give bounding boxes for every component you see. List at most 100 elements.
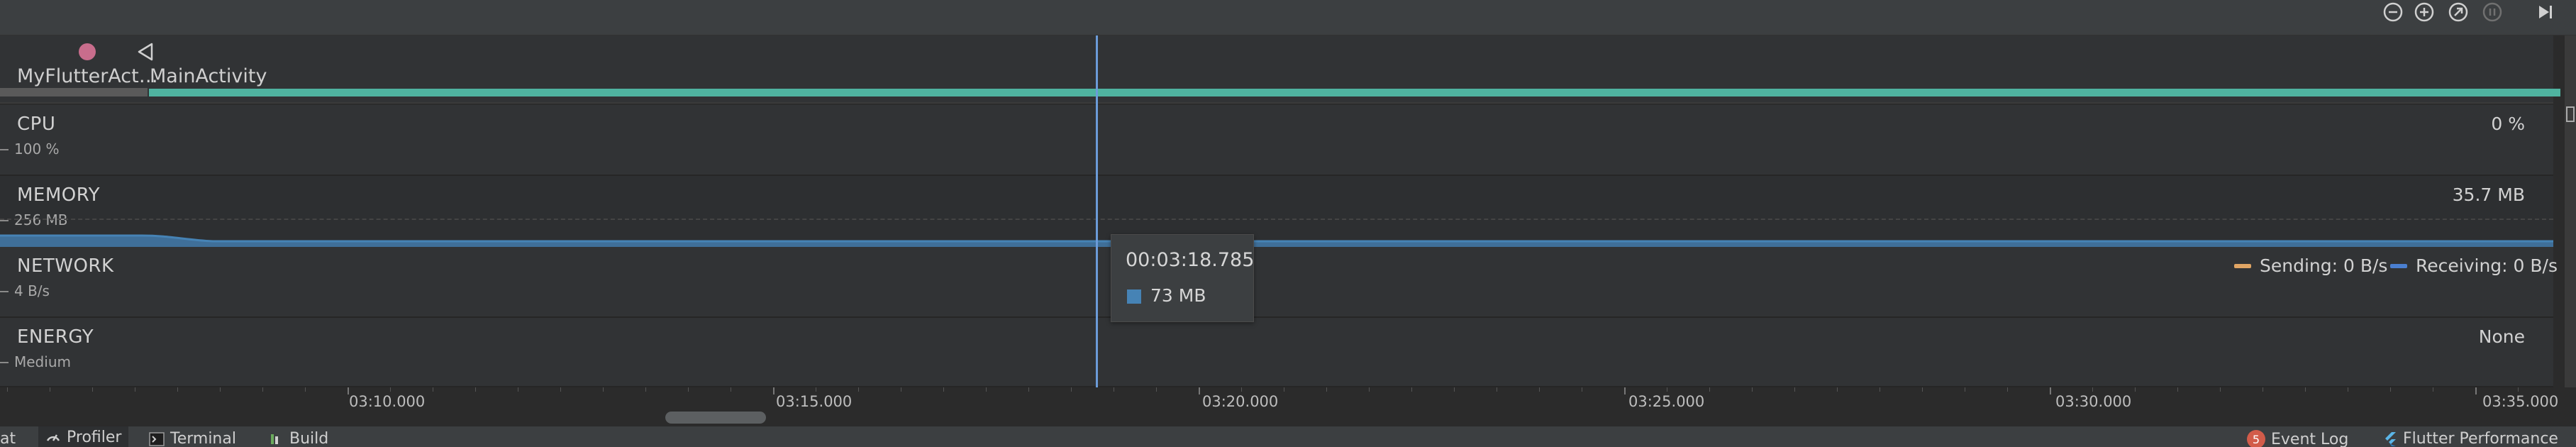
cpu-scale-tick bbox=[0, 149, 9, 150]
axis-minor-tick bbox=[305, 387, 306, 392]
network-monitor[interactable]: NETWORK 4 B/s Sending: 0 B/s Receiving: … bbox=[0, 247, 2558, 318]
tool-window-bar: at Profiler Terminal Build 5 Event Log F… bbox=[0, 426, 2576, 447]
pause-button[interactable] bbox=[2478, 0, 2506, 24]
axis-minor-tick bbox=[2092, 387, 2093, 392]
activity-label-main: MainActivity bbox=[150, 65, 267, 87]
network-scale-tick bbox=[0, 291, 9, 292]
build-icon bbox=[271, 434, 278, 444]
tab-flutter-performance-label: Flutter Performance bbox=[2403, 430, 2558, 447]
tab-event-log[interactable]: 5 Event Log bbox=[2247, 430, 2348, 447]
axis-minor-tick bbox=[645, 387, 646, 392]
go-live-button[interactable] bbox=[2531, 0, 2559, 24]
tooltip-swatch bbox=[1127, 289, 1141, 304]
energy-scale: Medium bbox=[14, 353, 71, 370]
axis-label: 03:35.000 bbox=[2482, 393, 2559, 410]
bottom-tab-partial[interactable]: at bbox=[0, 430, 16, 447]
tab-terminal[interactable]: Terminal bbox=[149, 430, 236, 447]
axis-minor-tick bbox=[603, 387, 604, 392]
memory-monitor[interactable]: MEMORY 256 MB 35.7 MB bbox=[0, 176, 2553, 250]
tab-profiler[interactable]: Profiler bbox=[38, 426, 129, 447]
back-triangle-icon bbox=[138, 43, 153, 61]
axis-minor-tick bbox=[1837, 387, 1838, 392]
legend-sending: Sending: 0 B/s bbox=[2234, 255, 2387, 276]
axis-minor-tick bbox=[2177, 387, 2178, 392]
axis-label: 03:25.000 bbox=[1628, 393, 1705, 410]
reset-zoom-icon bbox=[2448, 2, 2468, 22]
axis-minor-tick bbox=[92, 387, 93, 392]
axis-minor-tick bbox=[1156, 387, 1157, 392]
axis-minor-tick bbox=[390, 387, 391, 392]
activity-track[interactable]: MyFlutterAct… MainActivity bbox=[0, 35, 2560, 104]
axis-minor-tick bbox=[1752, 387, 1753, 392]
tab-terminal-label: Terminal bbox=[170, 430, 236, 447]
bottom-tab-partial-label: at bbox=[0, 430, 16, 447]
tooltip-time: 00:03:18.785 bbox=[1126, 249, 1255, 271]
tab-profiler-label: Profiler bbox=[67, 428, 122, 446]
sending-label: Sending: 0 B/s bbox=[2260, 255, 2388, 276]
axis-minor-tick bbox=[1922, 387, 1923, 392]
axis-minor-tick bbox=[560, 387, 561, 392]
network-title: NETWORK bbox=[17, 255, 114, 277]
scrollbar-marker bbox=[2566, 106, 2575, 122]
event-count-badge: 5 bbox=[2247, 430, 2265, 447]
axis-minor-tick bbox=[262, 387, 263, 392]
sending-swatch bbox=[2234, 263, 2251, 268]
memory-scale-tick bbox=[0, 220, 9, 221]
receiving-swatch bbox=[2390, 263, 2407, 268]
time-axis: 03:10.000 03:15.000 03:20.000 03:25.000 … bbox=[0, 387, 2558, 419]
axis-minor-tick bbox=[220, 387, 221, 392]
memory-threshold-line bbox=[0, 219, 2553, 220]
energy-monitor[interactable]: ENERGY Medium None bbox=[0, 318, 2553, 387]
zoom-out-icon bbox=[2383, 2, 2403, 22]
axis-minor-tick bbox=[943, 387, 944, 392]
go-live-icon bbox=[2539, 6, 2552, 18]
axis-minor-tick bbox=[1709, 387, 1710, 392]
axis-label: 03:30.000 bbox=[2055, 393, 2132, 410]
vertical-scrollbar[interactable] bbox=[2565, 35, 2576, 387]
axis-minor-tick bbox=[2390, 387, 2391, 392]
axis-label: 03:15.000 bbox=[776, 393, 853, 410]
memory-scale: 256 MB bbox=[14, 211, 68, 228]
cpu-value: 0 % bbox=[2491, 114, 2525, 134]
receiving-label: Receiving: 0 B/s bbox=[2416, 255, 2558, 276]
axis-minor-tick bbox=[1369, 387, 1370, 392]
profiler-icon bbox=[46, 434, 60, 441]
horizontal-scroll-thumb[interactable] bbox=[665, 412, 766, 424]
tab-build-label: Build bbox=[289, 430, 329, 447]
axis-minor-tick bbox=[1071, 387, 1072, 392]
axis-major-tick bbox=[2050, 387, 2051, 394]
memory-tooltip: 00:03:18.785 73 MB bbox=[1111, 234, 1254, 322]
axis-minor-tick bbox=[475, 387, 476, 392]
tab-event-log-label: Event Log bbox=[2271, 430, 2349, 447]
legend-receiving: Receiving: 0 B/s bbox=[2390, 255, 2558, 276]
axis-minor-tick bbox=[2518, 387, 2519, 392]
cpu-scale: 100 % bbox=[14, 140, 60, 158]
axis-minor-tick bbox=[2135, 387, 2136, 392]
axis-minor-tick bbox=[177, 387, 178, 392]
energy-value: None bbox=[2478, 326, 2525, 347]
axis-minor-tick bbox=[7, 387, 8, 392]
axis-minor-tick bbox=[1411, 387, 1412, 392]
axis-label: 03:10.000 bbox=[349, 393, 426, 410]
axis-minor-tick bbox=[1454, 387, 1455, 392]
activity-label-flutter: MyFlutterAct… bbox=[17, 65, 158, 87]
zoom-in-button[interactable] bbox=[2410, 0, 2438, 24]
cpu-title: CPU bbox=[17, 114, 56, 135]
tab-build[interactable]: Build bbox=[270, 430, 328, 447]
memory-value: 35.7 MB bbox=[2452, 184, 2525, 205]
record-dot-icon bbox=[79, 43, 96, 60]
energy-title: ENERGY bbox=[17, 326, 94, 348]
axis-minor-tick bbox=[858, 387, 859, 392]
tab-flutter-performance[interactable]: Flutter Performance bbox=[2383, 430, 2558, 447]
cpu-monitor[interactable]: CPU 100 % 0 % bbox=[0, 105, 2553, 176]
axis-minor-tick bbox=[2305, 387, 2306, 392]
axis-minor-tick bbox=[2007, 387, 2008, 392]
zoom-out-button[interactable] bbox=[2379, 0, 2407, 24]
axis-minor-tick bbox=[1794, 387, 1795, 392]
axis-major-tick bbox=[2475, 387, 2477, 394]
activity-bar-previous bbox=[0, 88, 148, 96]
axis-major-tick bbox=[773, 387, 775, 394]
reset-zoom-button[interactable] bbox=[2444, 0, 2472, 24]
timeline-cursor[interactable] bbox=[1096, 35, 1098, 387]
axis-minor-tick bbox=[1326, 387, 1327, 392]
